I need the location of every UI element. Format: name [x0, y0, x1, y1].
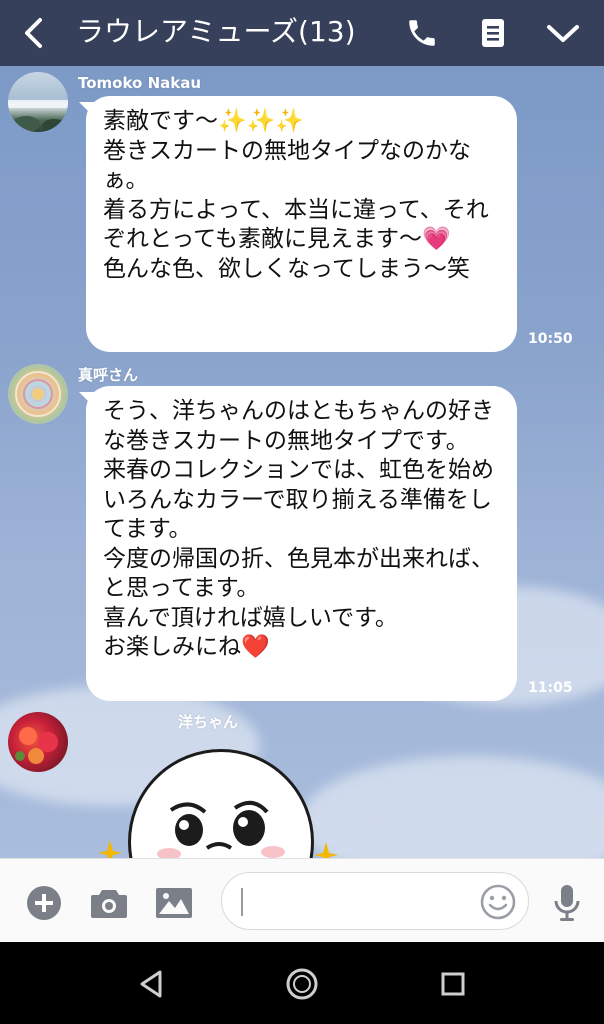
menu-toggle-button[interactable]: [543, 14, 583, 52]
message-input-bar: [0, 858, 604, 942]
chat-title: ラウレアミューズ(13): [76, 15, 356, 48]
plus-icon: [27, 886, 61, 920]
nav-home-icon: [286, 968, 318, 1000]
notes-button[interactable]: [473, 14, 513, 52]
background-cloud: [300, 756, 604, 858]
sticker-face: [157, 800, 285, 858]
chat-header: ラウレアミューズ(13): [0, 0, 604, 66]
camera-icon: [91, 890, 127, 918]
call-button[interactable]: [402, 14, 442, 52]
camera-button[interactable]: [89, 883, 129, 923]
avatar[interactable]: [8, 712, 68, 772]
sender-name: Tomoko Nakau: [78, 74, 202, 92]
sender-name: 洋ちゃん: [178, 713, 239, 731]
sender-name: 真呼さん: [78, 366, 139, 384]
text-caret: [241, 888, 243, 916]
mic-icon: [554, 885, 580, 921]
message-bubble[interactable]: 素敵です〜✨✨✨ 巻きスカートの無地タイプなのかなぁ。 着る方によって、本当に違…: [86, 96, 517, 352]
back-button[interactable]: [18, 15, 50, 51]
sparkle-icon: [314, 842, 338, 858]
nav-back-button[interactable]: [131, 964, 171, 1004]
nav-home-button[interactable]: [282, 964, 322, 1004]
avatar-photo: [8, 100, 68, 132]
sticker[interactable]: [128, 749, 314, 858]
notes-icon: [482, 19, 504, 47]
message-time: 11:05: [528, 680, 573, 696]
nav-back-icon: [140, 970, 162, 998]
chat-area[interactable]: Tomoko Nakau 素敵です〜✨✨✨ 巻きスカートの無地タイプなのかなぁ。…: [0, 66, 604, 858]
avatar[interactable]: [8, 72, 68, 132]
emoji-icon: [480, 884, 516, 920]
back-icon: [25, 18, 42, 48]
add-button[interactable]: [24, 883, 64, 923]
nav-recents-button[interactable]: [433, 964, 473, 1004]
chevron-down-icon: [547, 25, 579, 42]
voice-button[interactable]: [547, 881, 587, 925]
avatar-flowers: [15, 727, 58, 764]
message-bubble[interactable]: そう、洋ちゃんのはともちゃんの好きな巻きスカートの無地タイプです。 来春のコレク…: [86, 386, 517, 701]
nav-recents-icon: [441, 972, 465, 996]
message-input[interactable]: [221, 872, 529, 930]
avatar[interactable]: [8, 364, 68, 424]
image-button[interactable]: [154, 883, 194, 923]
message-time: 10:50: [528, 331, 573, 347]
sparkle-icon: [98, 840, 122, 858]
image-icon: [156, 888, 192, 918]
phone-icon: [409, 20, 435, 46]
system-nav-bar: [0, 942, 604, 1024]
avatar-mandala: [15, 371, 61, 417]
emoji-button[interactable]: [478, 882, 518, 922]
